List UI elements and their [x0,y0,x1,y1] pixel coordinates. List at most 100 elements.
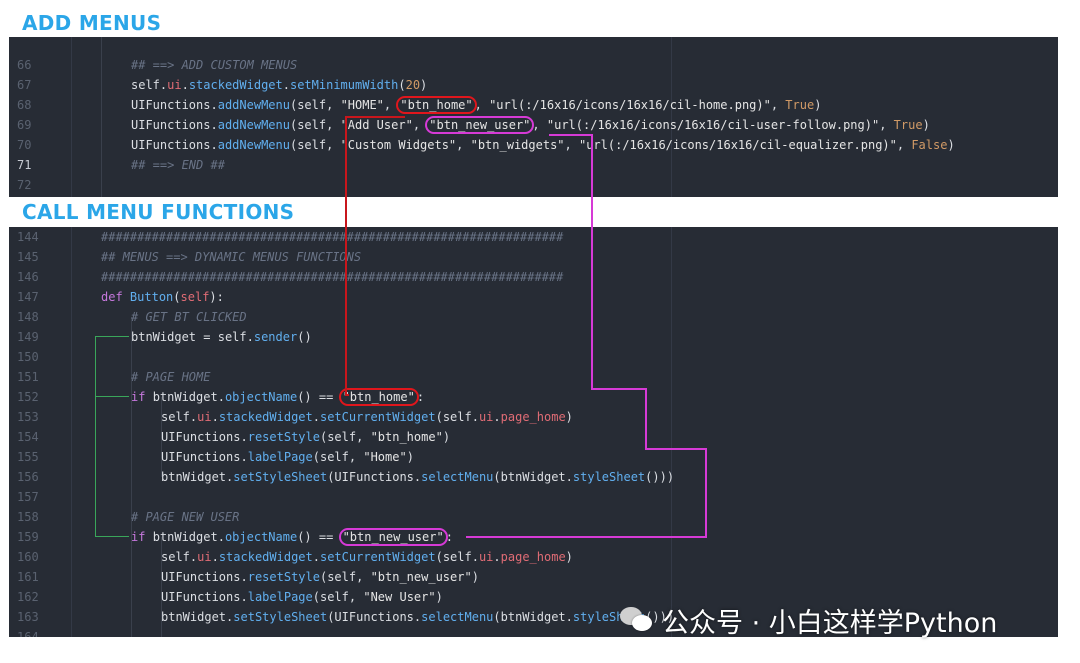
code-token: self [319,590,349,604]
code-token: ui [197,410,212,424]
connector-magenta-h1 [591,388,647,390]
connector-magenta-v1 [591,134,593,390]
connector-green-159 [95,536,129,537]
code-line-145: 145 ## MENUS ==> DYNAMIC MENUS FUNCTIONS [9,247,1058,267]
code-line-152: 152 if btnWidget.objectName() == "btn_hom… [9,387,1058,407]
code-token: self [131,78,160,92]
code-token: self [297,138,327,152]
code-comment: ## MENUS ==> DYNAMIC MENUS FUNCTIONS [101,250,362,264]
line-number: 149 [17,330,39,344]
connector-green-149 [95,336,129,337]
code-token: if [131,390,146,404]
line-number: 159 [17,530,39,544]
connector-magenta-h2 [645,448,707,450]
code-line-144: 144 #####################################… [9,227,1058,247]
code-token: "HOME" [340,98,384,112]
code-token: self [442,410,472,424]
code-line-160: 160 self.ui.stackedWidget.setCurrentWidge… [9,547,1058,567]
code-line-69: 69 UIFunctions.addNewMenu(self, "HOME", … [9,95,1058,132]
line-number: 145 [17,250,39,264]
code-line-151: 151 # PAGE HOME [9,367,1058,387]
code-line-67: 67 ## ==> ADD CUSTOM MENUS [9,55,1058,92]
code-panel-call-menu-functions[interactable]: 144 #####################################… [9,227,1058,637]
code-line-147: 147 def Button(self): [9,287,1058,307]
code-line-149: 149 btnWidget = self.sender() [9,327,1058,347]
code-line-156: 156 btnWidget.setStyleSheet(UIFunctions.s… [9,467,1058,487]
code-token: objectName [224,390,298,404]
code-token: self [297,98,327,112]
code-token: UIFunctions [161,590,241,604]
code-token: btnWidget [131,330,197,344]
code-token: ui [167,78,182,92]
code-token: resetStyle [247,570,320,584]
code-token: True [785,98,815,112]
code-token: 20 [405,78,421,92]
line-number: 158 [17,510,39,524]
code-line-155: 155 UIFunctions.labelPage(self, "Home") [9,447,1058,467]
code-token: self [161,550,190,564]
line-number: 73 [17,195,53,197]
code-token: btnWidget [500,610,566,624]
code-token: objectName [224,530,298,544]
line-number: 164 [17,630,39,637]
code-token: stackedWidget [218,410,313,424]
code-token: self [180,290,210,304]
code-line-161: 161 UIFunctions.resetStyle(self, "btn_new… [9,567,1058,587]
watermark-text: 公众号 · 小白这样学Python [662,607,998,639]
code-token: ui [478,410,494,424]
code-token: stackedWidget [188,78,283,92]
code-comment: ## ==> END ## [131,158,225,172]
code-token: Button [129,290,174,304]
code-token: self [217,330,247,344]
line-number: 148 [17,310,39,324]
code-line-70: 70 UIFunctions.addNewMenu(self, "Add Use… [9,115,1058,152]
code-token: UIFunctions [334,610,414,624]
code-token: self [327,570,357,584]
code-token: "btn_widgets" [470,138,565,152]
code-comment: ## ==> ADD CUSTOM MENUS [131,58,298,72]
code-token: labelPage [247,590,313,604]
code-line-150: 150 [9,347,1058,367]
code-token: setStyleSheet [233,470,328,484]
connector-magenta-bottom [466,536,707,538]
code-token: btnWidget [152,530,218,544]
highlight-btn-home: "btn_home" [338,388,419,406]
code-token: addNewMenu [217,118,290,132]
connector-magenta-top [549,134,591,136]
code-token: btnWidget [500,470,566,484]
line-number: 154 [17,430,39,444]
heading-call-menu-functions: CALL MENU FUNCTIONS [22,200,295,224]
code-line-146: 146 #####################################… [9,267,1058,287]
code-line-157: 157 [9,487,1058,507]
code-token: page_home [500,550,566,564]
code-token: btnWidget [152,390,218,404]
code-line-71: 71 UIFunctions.addNewMenu(self, "Custom … [9,135,1058,172]
code-token: False [911,138,948,152]
heading-add-menus: ADD MENUS [22,11,162,35]
connector-magenta-v3 [705,448,707,538]
line-number: 150 [17,350,39,364]
code-line-154: 154 UIFunctions.resetStyle(self, "btn_hom… [9,427,1058,447]
code-token: UIFunctions [161,430,241,444]
code-line-68: 68 self.ui.stackedWidget.setMinimumWidth… [9,75,1058,112]
code-line-148: 148 # GET BT CLICKED [9,307,1058,327]
connector-red-bottom [345,394,349,396]
code-token: "btn_home" [370,430,443,444]
code-panel-add-menus[interactable]: 66 67 ## ==> ADD CUSTOM MENUS 68 self.ui… [9,37,1058,197]
code-token: "Add User" [340,118,413,132]
code-token: "url(:/16x16/icons/16x16/cil-equalizer.p… [578,138,897,152]
wechat-icon [620,605,654,635]
code-line-153: 153 self.ui.stackedWidget.setCurrentWidge… [9,407,1058,427]
highlight-btn-new-user: "btn_new_user" [425,116,535,134]
code-token: UIFunctions [161,450,241,464]
highlight-btn-home: "btn_home" [396,96,477,114]
line-number: 147 [17,290,39,304]
line-number: 152 [17,390,39,404]
line-number: 155 [17,450,39,464]
code-line-73: 73 [9,175,1058,195]
code-token: "New User" [363,590,436,604]
code-token: ui [197,550,212,564]
code-token: "Home" [363,450,407,464]
watermark: 公众号 · 小白这样学Python [620,602,998,639]
code-token: "btn_new_user" [370,570,472,584]
